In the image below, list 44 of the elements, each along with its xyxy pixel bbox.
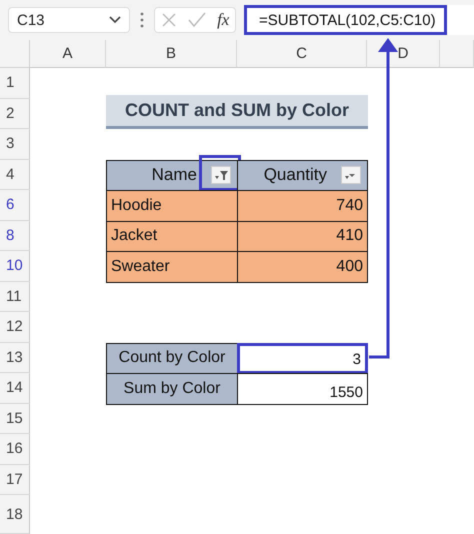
column-header[interactable]: C xyxy=(237,40,367,68)
column-header[interactable]: A xyxy=(30,40,106,68)
table-cell: Jacket xyxy=(106,220,238,252)
row-header[interactable]: 6 xyxy=(0,190,30,220)
more-icon[interactable] xyxy=(140,12,144,28)
row-header[interactable]: 1 xyxy=(0,68,30,98)
table-cell: Hoodie xyxy=(106,190,238,222)
cancel-icon[interactable] xyxy=(160,12,177,28)
row-header[interactable]: 11 xyxy=(0,282,30,312)
filter-button[interactable] xyxy=(341,166,361,184)
column-header[interactable] xyxy=(440,40,474,68)
header-text: Quantity xyxy=(264,165,327,186)
header-text: Name xyxy=(152,165,197,186)
row-header[interactable]: 10 xyxy=(0,251,30,282)
row-header[interactable]: 12 xyxy=(0,312,30,342)
sheet-title: COUNT and SUM by Color xyxy=(106,94,368,129)
row-header[interactable]: 4 xyxy=(0,160,30,190)
summary-value[interactable]: 1550 xyxy=(237,373,368,404)
insert-function-button[interactable]: fx xyxy=(217,10,230,30)
row-header[interactable]: 3 xyxy=(0,129,30,160)
summary-label: Sum by Color xyxy=(106,373,238,404)
column-header[interactable]: B xyxy=(106,40,237,68)
row-header[interactable]: 15 xyxy=(0,404,30,434)
row-header[interactable]: 16 xyxy=(0,434,30,464)
table-cell: Sweater xyxy=(106,251,238,282)
chevron-icon xyxy=(109,16,121,24)
check-icon[interactable] xyxy=(188,12,206,28)
table-cell: 410 xyxy=(237,220,368,252)
row-header[interactable]: 18 xyxy=(0,495,30,534)
row-header[interactable]: 2 xyxy=(0,98,30,129)
select-all-corner[interactable] xyxy=(0,40,30,68)
row-header[interactable]: 8 xyxy=(0,220,30,251)
name-box[interactable]: C13 xyxy=(8,7,130,33)
filter-button[interactable] xyxy=(211,166,231,184)
row-header[interactable]: 13 xyxy=(0,342,30,373)
table-cell: 400 xyxy=(237,251,368,282)
summary-value[interactable]: 3 xyxy=(237,342,368,374)
summary-label: Count by Color xyxy=(106,342,238,374)
table-cell: 740 xyxy=(237,190,368,222)
column-header[interactable]: D xyxy=(367,40,440,68)
formula-field[interactable]: =SUBTOTAL(102,C5:C10) xyxy=(244,5,447,35)
row-header[interactable]: 14 xyxy=(0,373,30,404)
filter-icon xyxy=(213,168,229,182)
row-header[interactable]: 17 xyxy=(0,464,30,495)
